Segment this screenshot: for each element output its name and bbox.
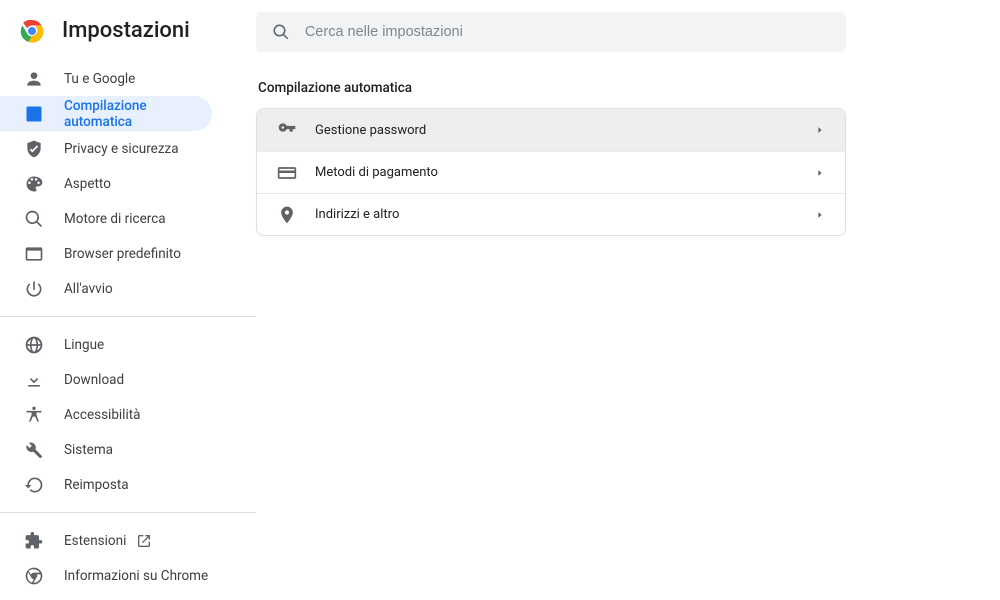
chevron-right-icon <box>815 210 825 220</box>
search-icon <box>272 22 291 42</box>
sidebar-item-label: Reimposta <box>64 477 129 493</box>
browser-icon <box>24 244 44 264</box>
sidebar-item-default-browser[interactable]: Browser predefinito <box>0 236 212 271</box>
row-label: Gestione password <box>315 123 815 138</box>
download-icon <box>24 370 44 390</box>
shield-icon <box>24 139 44 159</box>
sidebar-item-search-engine[interactable]: Motore di ricerca <box>0 201 212 236</box>
sidebar-item-label: Estensioni <box>64 533 126 549</box>
sidebar-item-label: Lingue <box>64 337 104 353</box>
chrome-logo-icon <box>20 19 44 43</box>
search-icon <box>24 209 44 229</box>
credit-card-icon <box>277 163 297 183</box>
sidebar-item-label: All'avvio <box>64 281 113 297</box>
sidebar-item-autofill[interactable]: Compilazione automatica <box>0 96 212 131</box>
sidebar-item-you-and-google[interactable]: Tu e Google <box>0 61 212 96</box>
chevron-right-icon <box>815 168 825 178</box>
open-in-new-icon <box>136 533 152 549</box>
autofill-card: Gestione password Metodi di pagamento In <box>256 108 846 236</box>
sidebar-item-system[interactable]: Sistema <box>0 432 212 467</box>
sidebar-item-label: Informazioni su Chrome <box>64 568 208 584</box>
search-input[interactable] <box>305 24 830 40</box>
autofill-icon <box>24 104 44 124</box>
settings-sidebar: Impostazioni Tu e Google Compilazione au… <box>0 0 256 600</box>
row-label: Metodi di pagamento <box>315 165 815 180</box>
person-icon <box>24 69 44 89</box>
key-icon <box>277 120 297 140</box>
palette-icon <box>24 174 44 194</box>
chrome-outline-icon <box>24 566 44 586</box>
nav-separator <box>0 316 256 317</box>
accessibility-icon <box>24 405 44 425</box>
chevron-right-icon <box>815 125 825 135</box>
section-title-autofill: Compilazione automatica <box>258 80 1000 96</box>
power-icon <box>24 279 44 299</box>
page-title: Impostazioni <box>62 18 190 43</box>
extension-icon <box>24 531 44 551</box>
sidebar-item-reset[interactable]: Reimposta <box>0 467 212 502</box>
sidebar-item-label: Browser predefinito <box>64 246 181 262</box>
sidebar-item-on-startup[interactable]: All'avvio <box>0 271 212 306</box>
nav-group-1: Tu e Google Compilazione automatica Priv… <box>0 61 256 306</box>
sidebar-item-label: Aspetto <box>64 176 111 192</box>
sidebar-item-privacy[interactable]: Privacy e sicurezza <box>0 131 212 166</box>
sidebar-item-downloads[interactable]: Download <box>0 362 212 397</box>
globe-icon <box>24 335 44 355</box>
brand-header: Impostazioni <box>0 12 256 61</box>
nav-group-3: Estensioni Informazioni su Chrome <box>0 523 256 593</box>
main-content: Compilazione automatica Gestione passwor… <box>256 0 1000 600</box>
row-payment-methods[interactable]: Metodi di pagamento <box>257 151 845 193</box>
row-passwords[interactable]: Gestione password <box>257 109 845 151</box>
nav-separator <box>0 512 256 513</box>
row-addresses[interactable]: Indirizzi e altro <box>257 193 845 235</box>
wrench-icon <box>24 440 44 460</box>
sidebar-item-accessibility[interactable]: Accessibilità <box>0 397 212 432</box>
sidebar-item-label: Accessibilità <box>64 407 141 423</box>
sidebar-item-appearance[interactable]: Aspetto <box>0 166 212 201</box>
row-label: Indirizzi e altro <box>315 207 815 222</box>
sidebar-item-about-chrome[interactable]: Informazioni su Chrome <box>0 558 212 593</box>
sidebar-item-label: Compilazione automatica <box>64 98 212 130</box>
sidebar-item-label: Tu e Google <box>64 71 135 87</box>
location-pin-icon <box>277 205 297 225</box>
sidebar-item-extensions[interactable]: Estensioni <box>0 523 212 558</box>
sidebar-item-label: Motore di ricerca <box>64 211 166 227</box>
restore-icon <box>24 475 44 495</box>
sidebar-item-label: Download <box>64 372 124 388</box>
sidebar-item-label: Sistema <box>64 442 113 458</box>
sidebar-item-languages[interactable]: Lingue <box>0 327 212 362</box>
search-box[interactable] <box>256 12 846 52</box>
sidebar-item-label: Privacy e sicurezza <box>64 141 179 157</box>
nav-group-2: Lingue Download Accessibilità Sistema <box>0 327 256 502</box>
